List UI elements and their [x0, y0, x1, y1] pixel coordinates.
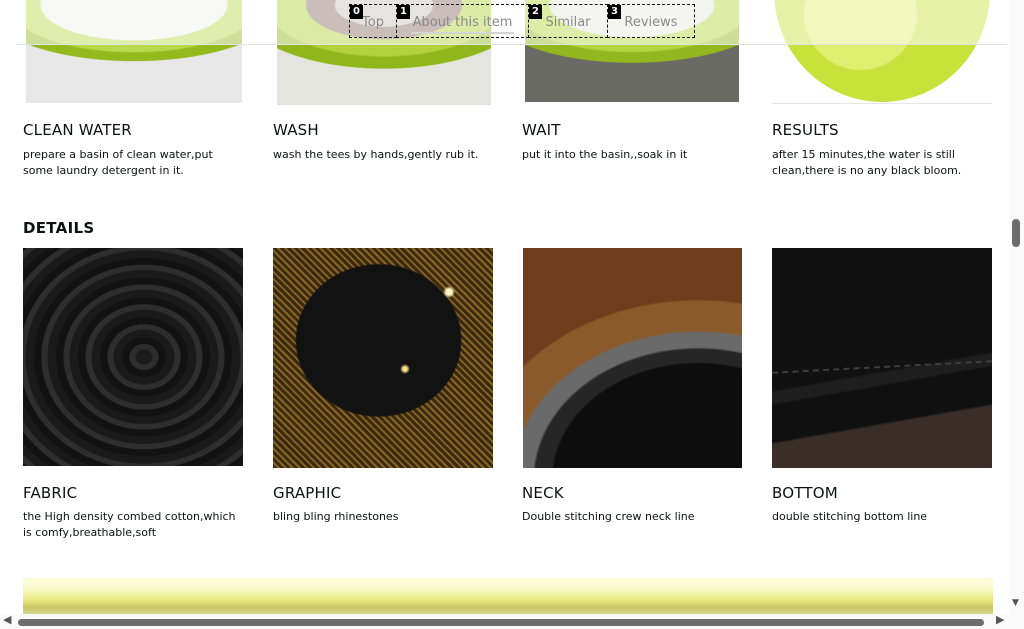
tab-similar-label: Similar — [545, 15, 591, 30]
caret-down-icon[interactable]: ▼ — [1012, 598, 1019, 608]
tab-about-this-item[interactable]: 1 About this item — [396, 4, 529, 38]
tab-top-label: Top — [362, 15, 384, 30]
fabric-title: FABRIC — [23, 484, 78, 502]
results-title: RESULTS — [772, 121, 839, 139]
horizontal-scroll-thumb[interactable] — [18, 619, 984, 626]
wash-text: wash the tees by hands,gently rub it. — [273, 148, 479, 161]
bottom-banner-image — [23, 578, 993, 617]
vertical-scrollbar[interactable] — [1009, 0, 1024, 614]
tab-top[interactable]: 0 Top — [349, 4, 397, 38]
fabric-text: the High density combed cotton,which is … — [23, 510, 236, 539]
tab-number-badge: 3 — [608, 5, 621, 19]
bottom-text: double stitching bottom line — [772, 510, 928, 523]
graphic-title: GRAPHIC — [273, 484, 342, 502]
clean-water-title: CLEAN WATER — [23, 121, 132, 139]
caret-left-icon[interactable]: ◀ — [3, 613, 11, 626]
wait-title: WAIT — [522, 121, 561, 139]
vertical-scroll-thumb[interactable] — [1012, 219, 1020, 247]
bottom-title: BOTTOM — [772, 484, 838, 502]
bottom-image — [772, 248, 992, 468]
sticky-tab-nav: 0 Top 1 About this item 2 Similar 3 Revi… — [17, 0, 1007, 45]
tab-number-badge: 1 — [397, 5, 410, 19]
tab-about-label: About this item — [412, 15, 513, 30]
tab-similar[interactable]: 2 Similar — [528, 4, 608, 38]
results-text: after 15 minutes,the water is still clea… — [772, 148, 962, 177]
neck-text: Double stitching crew neck line — [522, 510, 695, 523]
graphic-image — [273, 248, 493, 468]
clean-water-text: prepare a basin of clean water,put some … — [23, 148, 213, 177]
tab-number-badge: 0 — [350, 5, 363, 19]
fabric-image — [23, 248, 243, 466]
tab-number-badge: 2 — [529, 5, 542, 19]
neck-image — [523, 248, 742, 468]
neck-title: NECK — [522, 484, 564, 502]
wait-text: put it into the basin,,soak in it — [522, 148, 688, 161]
graphic-text: bling bling rhinestones — [273, 510, 399, 523]
caret-right-icon[interactable]: ▶ — [996, 613, 1004, 626]
product-description-page: CLEAN WATER prepare a basin of clean wat… — [0, 0, 1009, 617]
details-heading: DETAILS — [23, 219, 95, 237]
tab-reviews[interactable]: 3 Reviews — [607, 4, 695, 38]
wash-title: WASH — [273, 121, 319, 139]
tab-reviews-label: Reviews — [624, 15, 678, 30]
